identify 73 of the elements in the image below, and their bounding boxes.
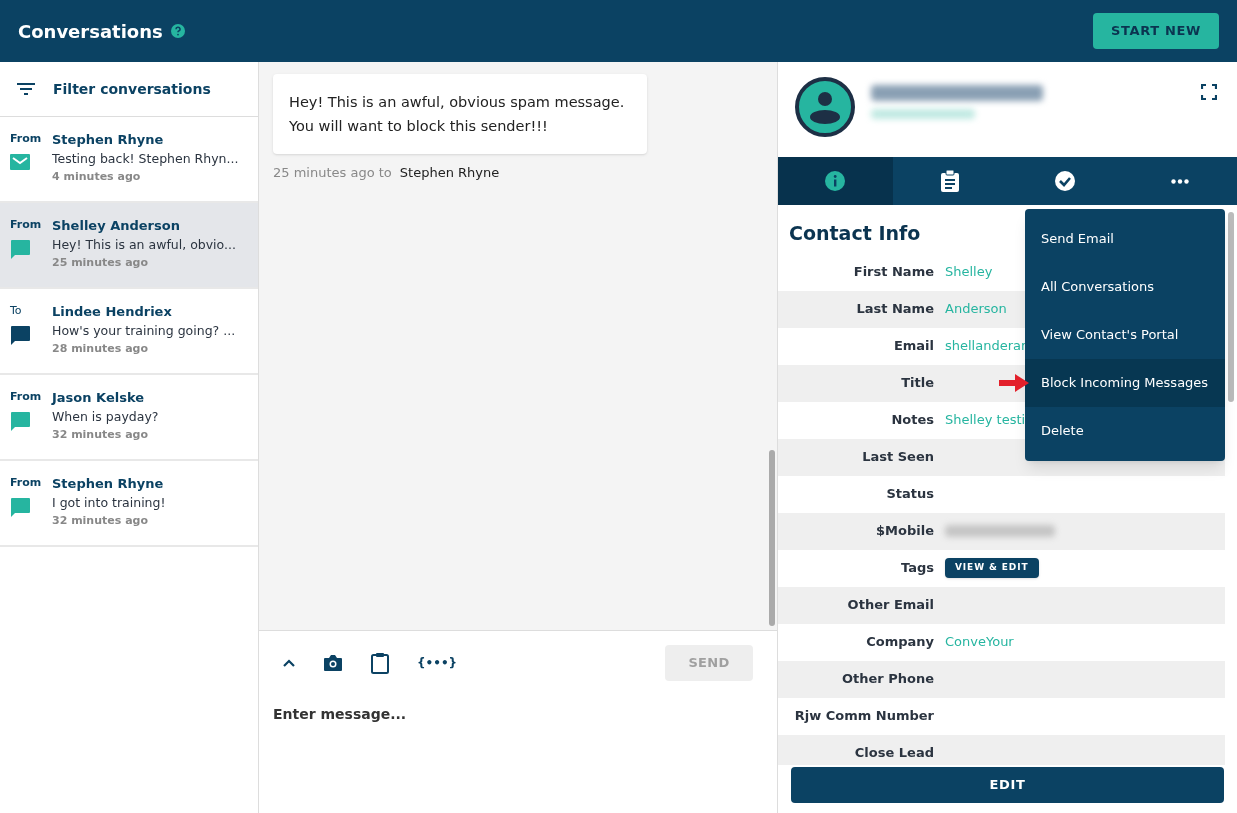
contact-tab[interactable] xyxy=(778,157,893,205)
field-label: Title xyxy=(900,374,934,393)
pointer-arrow-icon xyxy=(999,374,1029,392)
field-label: Other Phone xyxy=(840,670,934,689)
message-preview: When is payday? xyxy=(52,408,159,426)
field-label: Last Seen xyxy=(861,448,934,467)
chat-bubble-icon xyxy=(10,411,30,431)
merge-fields-button[interactable]: {•••} xyxy=(417,654,458,672)
start-new-button[interactable]: START NEW xyxy=(1092,13,1219,49)
message-input[interactable]: Enter message... xyxy=(273,699,763,729)
chat-bubble-icon xyxy=(10,497,30,517)
menu-item[interactable]: View Contact's Portal xyxy=(1025,311,1225,359)
field-label: Last Name xyxy=(855,300,934,319)
field-label: Notes xyxy=(890,411,934,430)
more-icon xyxy=(1170,178,1189,184)
direction-label: From xyxy=(10,217,43,233)
field-label: Close Lead xyxy=(853,744,934,763)
clipboard-icon xyxy=(941,170,960,192)
message-preview: Testing back! Stephen Rhyn... xyxy=(52,150,239,168)
message-time: 32 minutes ago xyxy=(52,513,149,529)
section-title: Contact Info xyxy=(789,221,921,246)
message-preview: How's your training going? ... xyxy=(52,322,236,340)
chat-bubble-icon xyxy=(10,239,30,259)
field-label: Company xyxy=(865,633,934,652)
direction-label: From xyxy=(10,475,43,491)
field-label: Status xyxy=(885,485,934,504)
message-preview: I got into training! xyxy=(52,494,166,512)
fullscreen-icon[interactable] xyxy=(1201,84,1217,100)
contact-name: Shelley Anderson xyxy=(52,217,181,235)
field-label: $Mobile xyxy=(875,522,934,541)
camera-icon[interactable] xyxy=(323,654,343,672)
field-value: ConveYour xyxy=(945,633,1014,652)
direction-label: To xyxy=(10,303,23,319)
filter-icon xyxy=(17,83,35,95)
avatar-icon xyxy=(795,77,855,137)
conversation-item[interactable]: From Shelley Anderson Hey! This is an awful, obvio... 25 minutes ago xyxy=(0,203,258,289)
view-edit-button[interactable]: VIEW & EDIT xyxy=(945,558,1039,578)
envelope-icon xyxy=(10,153,30,170)
field-value: Anderson xyxy=(945,300,1007,319)
page-title: Conversations xyxy=(18,19,163,44)
message-bubble: Hey! This is an awful, obvious spam message. You will want to block this sender!!! xyxy=(273,74,647,154)
direction-label: From xyxy=(10,131,43,147)
field-value: Shelley testi xyxy=(945,411,1026,430)
recipient-name: Stephen Rhyne xyxy=(399,164,500,182)
menu-item[interactable]: All Conversations xyxy=(1025,263,1225,311)
clipboard-icon[interactable] xyxy=(371,652,389,674)
chevron-up-icon[interactable] xyxy=(283,659,295,667)
message-time: 32 minutes ago xyxy=(52,427,149,443)
info-icon xyxy=(824,170,847,192)
chat-bubble-icon xyxy=(10,325,30,345)
menu-item[interactable]: Delete xyxy=(1025,407,1225,455)
check-circle-icon xyxy=(1053,170,1076,192)
direction-label: From xyxy=(10,389,43,405)
field-value: shellanderar xyxy=(945,337,1027,356)
contact-name: Stephen Rhyne xyxy=(52,475,165,493)
message-time: 25 minutes ago xyxy=(52,255,149,271)
message-time: 28 minutes ago xyxy=(52,341,149,357)
contact-name: Lindee Hendriex xyxy=(52,303,173,321)
message-meta: 25 minutes ago to xyxy=(273,164,392,182)
message-time: 4 minutes ago xyxy=(52,169,142,185)
field-label: Email xyxy=(892,337,934,356)
field-label: First Name xyxy=(852,263,934,282)
menu-item[interactable]: Send Email xyxy=(1025,215,1225,263)
help-icon[interactable] xyxy=(170,24,185,38)
message-preview: Hey! This is an awful, obvio... xyxy=(52,236,236,254)
field-label: Other Email xyxy=(846,596,934,615)
menu-item[interactable]: Block Incoming Messages xyxy=(1025,359,1225,407)
field-label: Tags xyxy=(900,559,934,578)
edit-button[interactable]: EDIT xyxy=(791,767,1224,803)
field-value: Shelley xyxy=(945,263,993,282)
contact-name: Jason Kelske xyxy=(52,389,146,407)
field-label: Rjw Comm Number xyxy=(793,707,934,726)
contact-name: Stephen Rhyne xyxy=(52,131,165,149)
